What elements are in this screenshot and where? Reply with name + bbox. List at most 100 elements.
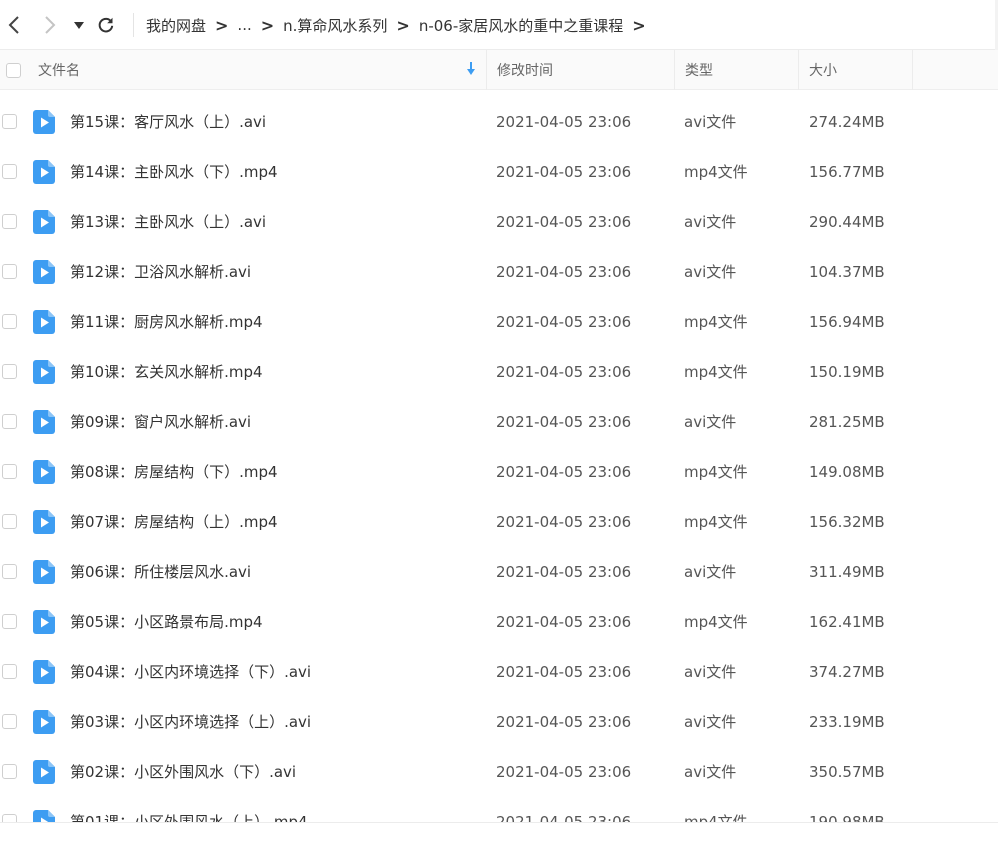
file-row[interactable]: 第08课：房屋结构（下）.mp4 2021-04-05 23:06 mp4文件 … xyxy=(0,447,998,497)
file-name[interactable]: 第13课：主卧风水（上）.avi xyxy=(70,197,266,247)
file-name[interactable]: 第11课：厨房风水解析.mp4 xyxy=(70,297,263,347)
row-checkbox[interactable] xyxy=(2,664,17,679)
file-name[interactable]: 第04课：小区内环境选择（下）.avi xyxy=(70,647,311,697)
file-row[interactable]: 第09课：窗户风水解析.avi 2021-04-05 23:06 avi文件 2… xyxy=(0,397,998,447)
file-modified-time: 2021-04-05 23:06 xyxy=(496,713,632,731)
row-checkbox[interactable] xyxy=(2,114,17,129)
file-type: avi文件 xyxy=(684,663,737,681)
file-row[interactable]: 第07课：房屋结构（上）.mp4 2021-04-05 23:06 mp4文件 … xyxy=(0,497,998,547)
file-row[interactable]: 第14课：主卧风水（下）.mp4 2021-04-05 23:06 mp4文件 … xyxy=(0,147,998,197)
file-size: 156.77MB xyxy=(809,163,885,181)
file-modified-time: 2021-04-05 23:06 xyxy=(496,413,632,431)
column-type-label: 类型 xyxy=(685,63,713,79)
row-checkbox[interactable] xyxy=(2,364,17,379)
file-name[interactable]: 第10课：玄关风水解析.mp4 xyxy=(70,347,263,397)
file-type: mp4文件 xyxy=(684,813,748,823)
column-size[interactable]: 大小 xyxy=(798,50,912,90)
back-button[interactable] xyxy=(2,12,26,38)
row-checkbox[interactable] xyxy=(2,714,17,729)
file-name[interactable]: 第14课：主卧风水（下）.mp4 xyxy=(70,147,278,197)
row-checkbox[interactable] xyxy=(2,414,17,429)
file-row[interactable]: 第10课：玄关风水解析.mp4 2021-04-05 23:06 mp4文件 1… xyxy=(0,347,998,397)
breadcrumb-ellipsis[interactable]: ... xyxy=(237,16,251,34)
file-row[interactable]: 第16课：客厅风水（下）.mp4 2021-04-05 23:06 mp4文件 … xyxy=(0,90,998,97)
file-name[interactable]: 第16课：客厅风水（下）.mp4 xyxy=(70,90,278,97)
row-checkbox[interactable] xyxy=(2,264,17,279)
file-row[interactable]: 第06课：所住楼层风水.avi 2021-04-05 23:06 avi文件 3… xyxy=(0,547,998,597)
file-name[interactable]: 第12课：卫浴风水解析.avi xyxy=(70,247,251,297)
file-size: 274.24MB xyxy=(809,113,885,131)
video-file-icon xyxy=(33,510,55,534)
column-header: 文件名 修改时间 类型 大小 xyxy=(0,50,998,90)
file-size: 268.17MB xyxy=(809,90,885,97)
column-modified-label: 修改时间 xyxy=(497,63,553,79)
video-file-icon xyxy=(33,710,55,734)
file-type: avi文件 xyxy=(684,113,737,131)
caret-down-icon xyxy=(74,21,84,29)
file-size: 162.41MB xyxy=(809,613,885,631)
sort-descending-icon[interactable] xyxy=(466,62,476,76)
row-checkbox[interactable] xyxy=(2,314,17,329)
file-modified-time: 2021-04-05 23:06 xyxy=(496,263,632,281)
forward-button[interactable] xyxy=(38,12,62,38)
file-type: avi文件 xyxy=(684,713,737,731)
file-row[interactable]: 第05课：小区路景布局.mp4 2021-04-05 23:06 mp4文件 1… xyxy=(0,597,998,647)
breadcrumb-separator: > xyxy=(260,15,275,35)
row-checkbox[interactable] xyxy=(2,214,17,229)
file-name[interactable]: 第02课：小区外围风水（下）.avi xyxy=(70,747,296,797)
breadcrumb-separator: > xyxy=(632,15,646,35)
file-name[interactable]: 第06课：所住楼层风水.avi xyxy=(70,547,251,597)
file-name[interactable]: 第03课：小区内环境选择（上）.avi xyxy=(70,697,311,747)
file-row[interactable]: 第12课：卫浴风水解析.avi 2021-04-05 23:06 avi文件 1… xyxy=(0,247,998,297)
breadcrumb-parent-folder[interactable]: n.算命风水系列 xyxy=(283,15,387,36)
file-row[interactable]: 第03课：小区内环境选择（上）.avi 2021-04-05 23:06 avi… xyxy=(0,697,998,747)
file-name[interactable]: 第09课：窗户风水解析.avi xyxy=(70,397,251,447)
toolbar-divider xyxy=(133,13,134,37)
file-size: 190.98MB xyxy=(809,813,885,823)
file-type: avi文件 xyxy=(684,413,737,431)
file-name[interactable]: 第01课：小区外围风水（上）.mp4 xyxy=(70,797,308,823)
file-row[interactable]: 第13课：主卧风水（上）.avi 2021-04-05 23:06 avi文件 … xyxy=(0,197,998,247)
history-dropdown-button[interactable] xyxy=(68,12,90,38)
file-modified-time: 2021-04-05 23:06 xyxy=(496,563,632,581)
file-name[interactable]: 第07课：房屋结构（上）.mp4 xyxy=(70,497,278,547)
file-size: 350.57MB xyxy=(809,763,885,781)
file-type: mp4文件 xyxy=(684,363,748,381)
column-name[interactable]: 文件名 xyxy=(38,50,486,90)
column-type[interactable]: 类型 xyxy=(674,50,798,90)
file-row[interactable]: 第01课：小区外围风水（上）.mp4 2021-04-05 23:06 mp4文… xyxy=(0,797,998,823)
file-name[interactable]: 第08课：房屋结构（下）.mp4 xyxy=(70,447,278,497)
file-size: 104.37MB xyxy=(809,263,885,281)
arrow-left-icon xyxy=(8,16,19,34)
file-modified-time: 2021-04-05 23:06 xyxy=(496,163,632,181)
file-type: avi文件 xyxy=(684,263,737,281)
row-checkbox[interactable] xyxy=(2,614,17,629)
file-row[interactable]: 第04课：小区内环境选择（下）.avi 2021-04-05 23:06 avi… xyxy=(0,647,998,697)
file-row[interactable]: 第11课：厨房风水解析.mp4 2021-04-05 23:06 mp4文件 1… xyxy=(0,297,998,347)
column-spacer xyxy=(912,50,998,90)
refresh-icon xyxy=(98,17,114,33)
file-size: 281.25MB xyxy=(809,413,885,431)
row-checkbox[interactable] xyxy=(2,514,17,529)
column-modified[interactable]: 修改时间 xyxy=(486,50,674,90)
video-file-icon xyxy=(33,560,55,584)
file-type: mp4文件 xyxy=(684,513,748,531)
breadcrumb-current-folder[interactable]: n-06-家居风水的重中之重课程 xyxy=(419,15,623,36)
row-checkbox[interactable] xyxy=(2,464,17,479)
file-row[interactable]: 第02课：小区外围风水（下）.avi 2021-04-05 23:06 avi文… xyxy=(0,747,998,797)
row-checkbox[interactable] xyxy=(2,564,17,579)
row-checkbox[interactable] xyxy=(2,764,17,779)
video-file-icon xyxy=(33,310,55,334)
row-checkbox[interactable] xyxy=(2,164,17,179)
file-name[interactable]: 第05课：小区路景布局.mp4 xyxy=(70,597,263,647)
select-all-checkbox[interactable] xyxy=(6,62,21,78)
file-type: mp4文件 xyxy=(684,163,748,181)
column-name-label: 文件名 xyxy=(38,63,80,79)
select-all-checkbox-cell xyxy=(6,50,21,90)
refresh-button[interactable] xyxy=(94,12,118,38)
breadcrumb-root[interactable]: 我的网盘 xyxy=(146,15,206,36)
file-size: 150.19MB xyxy=(809,363,885,381)
file-name[interactable]: 第15课：客厅风水（上）.avi xyxy=(70,97,266,147)
file-row[interactable]: 第15课：客厅风水（上）.avi 2021-04-05 23:06 avi文件 … xyxy=(0,97,998,147)
file-modified-time: 2021-04-05 23:06 xyxy=(496,513,632,531)
